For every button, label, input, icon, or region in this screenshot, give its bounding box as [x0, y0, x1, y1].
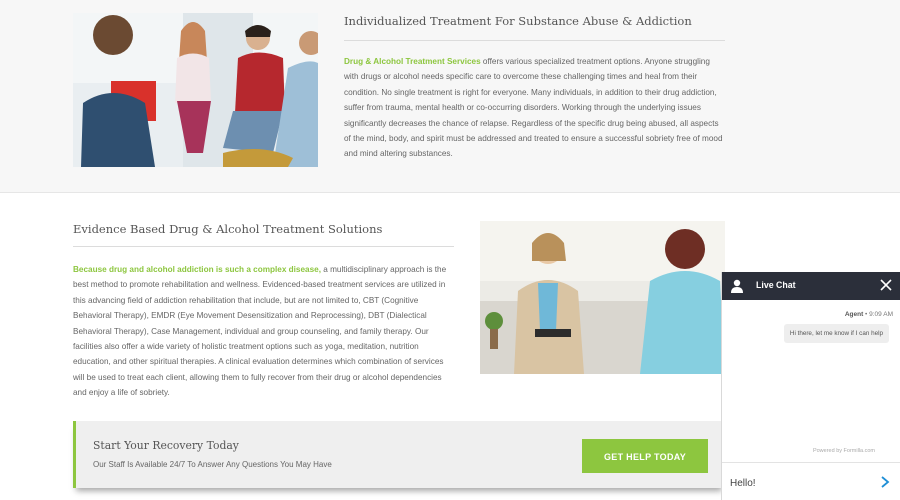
chat-header[interactable]: Live Chat	[722, 272, 900, 300]
group-therapy-photo	[73, 13, 318, 167]
section2-heading: Evidence Based Drug & Alcohol Treatment …	[73, 222, 383, 236]
cta-banner: Start Your Recovery Today Our Staff Is A…	[73, 421, 725, 488]
chat-time: 9:09 AM	[869, 311, 893, 318]
cta-title: Start Your Recovery Today	[93, 439, 239, 452]
counseling-session-photo	[480, 221, 725, 374]
chat-agent-name: Agent	[844, 311, 864, 318]
section-individualized-treatment: Individualized Treatment For Substance A…	[0, 0, 900, 193]
treatment-services-link[interactable]: Drug & Alcohol Treatment Services	[344, 57, 481, 66]
section1-body-text: offers various specialized treatment opt…	[344, 57, 723, 159]
live-chat-widget: Live Chat Agent • 9:09 AM Hi there, let …	[721, 272, 900, 500]
user-icon	[731, 279, 743, 293]
get-help-today-button[interactable]: GET HELP TODAY	[582, 439, 708, 473]
section1-paragraph: Drug & Alcohol Treatment Services offers…	[344, 54, 724, 162]
section2-divider	[73, 246, 454, 247]
complex-disease-highlight: Because drug and alcohol addiction is su…	[73, 265, 321, 274]
section1-divider	[344, 40, 725, 41]
cta-subtitle: Our Staff Is Available 24/7 To Answer An…	[93, 460, 332, 469]
chat-divider	[722, 462, 900, 463]
chat-message-input[interactable]	[728, 472, 872, 494]
chat-title: Live Chat	[756, 280, 796, 290]
chat-message-bubble: Hi there, let me know if I can help	[783, 324, 889, 343]
powered-by-link[interactable]: Powered by Formilla.com	[813, 448, 875, 454]
close-icon[interactable]	[879, 278, 893, 292]
section2-paragraph: Because drug and alcohol addiction is su…	[73, 262, 453, 401]
section1-heading: Individualized Treatment For Substance A…	[344, 14, 692, 28]
send-chevron-icon[interactable]	[880, 476, 890, 488]
section2-body-text: a multidisciplinary approach is the best…	[73, 265, 447, 398]
chat-message-meta: Agent • 9:09 AM	[844, 311, 893, 318]
